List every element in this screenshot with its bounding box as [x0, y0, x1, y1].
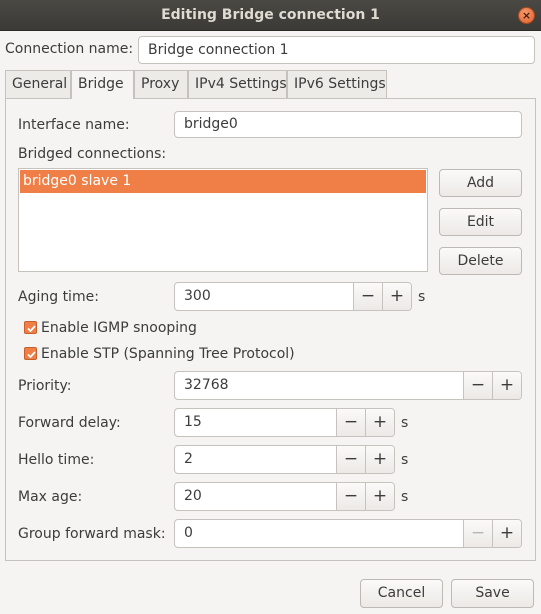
tab-ipv6-settings[interactable]: IPv6 Settings — [287, 70, 387, 98]
priority-label: Priority: — [18, 378, 72, 394]
bridged-connections-list[interactable]: bridge0 slave 1 — [18, 168, 428, 272]
cancel-button[interactable]: Cancel — [360, 579, 443, 608]
forward-delay-value[interactable]: 15 — [184, 409, 202, 436]
forward-delay-increment-button[interactable]: + — [365, 409, 394, 436]
aging-time-label: Aging time: — [18, 289, 99, 305]
tab-general[interactable]: General — [5, 70, 71, 98]
interface-name-label: Interface name: — [18, 117, 130, 133]
hello-time-spinbutton: 2 − + — [174, 445, 395, 474]
max-age-decrement-button[interactable]: − — [336, 483, 365, 510]
window-titlebar: Editing Bridge connection 1 × — [0, 0, 541, 31]
priority-increment-button[interactable]: + — [492, 372, 521, 399]
group-forward-mask-value[interactable]: 0 — [184, 520, 193, 547]
max-age-increment-button[interactable]: + — [365, 483, 394, 510]
max-age-value[interactable]: 20 — [184, 483, 202, 510]
tab-bridge[interactable]: Bridge — [71, 70, 134, 99]
bridged-connections-label: Bridged connections: — [18, 146, 167, 162]
hello-time-value[interactable]: 2 — [184, 446, 193, 473]
connection-name-label: Connection name: — [5, 41, 134, 57]
igmp-snooping-label[interactable]: Enable IGMP snooping — [41, 320, 197, 336]
aging-time-spinbutton: 300 − + — [174, 282, 412, 311]
forward-delay-unit: s — [401, 415, 409, 431]
interface-name-input[interactable]: bridge0 — [174, 111, 522, 138]
max-age-label: Max age: — [18, 489, 83, 505]
aging-time-increment-button[interactable]: + — [382, 283, 411, 310]
list-item-selected[interactable]: bridge0 slave 1 — [20, 170, 426, 193]
add-button[interactable]: Add — [439, 169, 522, 197]
hello-time-decrement-button[interactable]: − — [336, 446, 365, 473]
group-forward-mask-decrement-button[interactable]: − — [463, 520, 492, 547]
forward-delay-spinbutton: 15 − + — [174, 408, 395, 437]
checkmark-icon — [27, 351, 36, 359]
forward-delay-label: Forward delay: — [18, 415, 121, 431]
priority-decrement-button[interactable]: − — [463, 372, 492, 399]
connection-name-input[interactable]: Bridge connection 1 — [138, 36, 535, 64]
max-age-unit: s — [401, 489, 409, 505]
window-title: Editing Bridge connection 1 — [161, 7, 380, 23]
group-forward-mask-label: Group forward mask: — [18, 526, 166, 542]
hello-time-unit: s — [401, 452, 409, 468]
aging-time-unit: s — [418, 289, 426, 305]
stp-label[interactable]: Enable STP (Spanning Tree Protocol) — [41, 346, 295, 362]
delete-button[interactable]: Delete — [439, 247, 522, 275]
forward-delay-decrement-button[interactable]: − — [336, 409, 365, 436]
hello-time-label: Hello time: — [18, 452, 95, 468]
group-forward-mask-increment-button[interactable]: + — [492, 520, 521, 547]
priority-spinbutton: 32768 − + — [174, 371, 522, 400]
save-button[interactable]: Save — [451, 579, 534, 608]
close-icon[interactable]: × — [518, 7, 535, 24]
hello-time-increment-button[interactable]: + — [365, 446, 394, 473]
priority-value[interactable]: 32768 — [184, 372, 229, 399]
tab-ipv4-settings[interactable]: IPv4 Settings — [188, 70, 287, 98]
stp-checkbox[interactable] — [24, 347, 37, 360]
tab-proxy[interactable]: Proxy — [134, 70, 188, 98]
edit-button[interactable]: Edit — [439, 208, 522, 236]
aging-time-value[interactable]: 300 — [184, 283, 211, 310]
checkmark-icon — [27, 325, 36, 333]
igmp-snooping-checkbox[interactable] — [24, 321, 37, 334]
aging-time-decrement-button[interactable]: − — [353, 283, 382, 310]
max-age-spinbutton: 20 − + — [174, 482, 395, 511]
group-forward-mask-spinbutton: 0 − + — [174, 519, 522, 548]
